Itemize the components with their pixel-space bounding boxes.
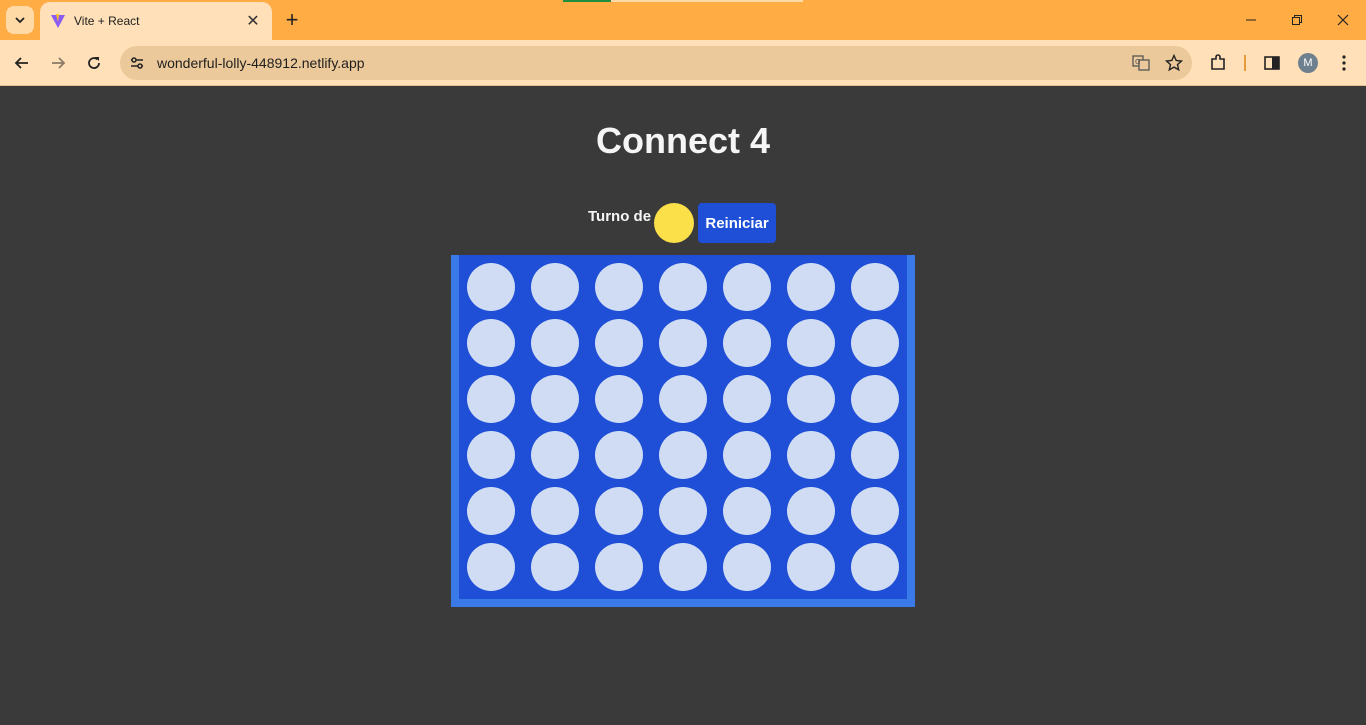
loading-indicator	[563, 0, 803, 2]
address-bar[interactable]: wonderful-lolly-448912.netlify.app G	[120, 46, 1192, 80]
board-cell[interactable]	[595, 319, 643, 367]
close-icon	[1337, 14, 1349, 26]
translate-button[interactable]: G	[1126, 48, 1156, 78]
board-cell[interactable]	[851, 431, 899, 479]
browser-toolbar: wonderful-lolly-448912.netlify.app G M	[0, 40, 1366, 86]
forward-button[interactable]	[44, 49, 72, 77]
url-text[interactable]: wonderful-lolly-448912.netlify.app	[157, 55, 1126, 71]
board-cell[interactable]	[659, 431, 707, 479]
board-cell[interactable]	[723, 431, 771, 479]
board-cell[interactable]	[787, 431, 835, 479]
board-cell[interactable]	[531, 375, 579, 423]
extensions-button[interactable]	[1204, 49, 1232, 77]
board-cell[interactable]	[467, 319, 515, 367]
side-panel-icon	[1264, 56, 1280, 70]
board-cell[interactable]	[787, 543, 835, 591]
board-cell[interactable]	[851, 487, 899, 535]
turn-label: Turno de	[588, 208, 652, 225]
board-cell[interactable]	[659, 263, 707, 311]
vite-logo-icon	[51, 14, 65, 28]
avatar: M	[1298, 53, 1318, 73]
board-cell[interactable]	[531, 543, 579, 591]
board-cell[interactable]	[723, 543, 771, 591]
svg-text:G: G	[1135, 58, 1140, 66]
translate-icon: G	[1132, 55, 1150, 71]
reset-button[interactable]: Reiniciar	[698, 203, 777, 243]
current-player-disc	[654, 203, 695, 243]
board-cell[interactable]	[531, 319, 579, 367]
toolbar-divider	[1244, 55, 1246, 71]
page-title: Connect 4	[595, 120, 771, 161]
board-grid	[459, 255, 907, 599]
board-cell[interactable]	[659, 543, 707, 591]
game-board	[451, 255, 915, 607]
restore-button[interactable]	[1274, 0, 1320, 40]
minimize-button[interactable]	[1228, 0, 1274, 40]
puzzle-icon	[1211, 54, 1225, 70]
board-cell[interactable]	[723, 263, 771, 311]
forward-arrow-icon	[52, 57, 66, 69]
chevron-down-icon	[15, 17, 25, 24]
turn-indicator: Turno de Reiniciar	[588, 203, 777, 243]
board-cell[interactable]	[531, 487, 579, 535]
bookmark-button[interactable]	[1159, 48, 1189, 78]
restore-icon	[1292, 15, 1302, 25]
board-cell[interactable]	[787, 319, 835, 367]
board-cell[interactable]	[659, 487, 707, 535]
star-icon	[1165, 54, 1183, 72]
more-vert-icon	[1342, 55, 1346, 71]
board-cell[interactable]	[467, 487, 515, 535]
board-cell[interactable]	[659, 319, 707, 367]
reload-button[interactable]	[80, 49, 108, 77]
board-cell[interactable]	[723, 487, 771, 535]
board-cell[interactable]	[595, 375, 643, 423]
browser-tab[interactable]: Vite + React ✕	[40, 2, 272, 40]
board-cell[interactable]	[851, 375, 899, 423]
board-cell[interactable]	[531, 431, 579, 479]
tab-strip: Vite + React ✕ +	[0, 0, 1366, 40]
board-cell[interactable]	[531, 263, 579, 311]
site-info-button[interactable]	[122, 48, 152, 78]
reload-icon	[88, 57, 100, 69]
board-cell[interactable]	[723, 375, 771, 423]
board-cell[interactable]	[787, 263, 835, 311]
board-cell[interactable]	[851, 319, 899, 367]
board-cell[interactable]	[467, 263, 515, 311]
board-cell[interactable]	[787, 487, 835, 535]
close-tab-icon[interactable]: ✕	[244, 12, 262, 30]
tab-search-button[interactable]	[6, 6, 34, 34]
board-cell[interactable]	[595, 487, 643, 535]
new-tab-button[interactable]: +	[280, 7, 304, 32]
minimize-icon	[1246, 19, 1256, 21]
back-arrow-icon	[14, 57, 28, 69]
board-cell[interactable]	[787, 375, 835, 423]
board-cell[interactable]	[467, 543, 515, 591]
board-cell[interactable]	[851, 543, 899, 591]
profile-button[interactable]: M	[1294, 49, 1322, 77]
tune-icon	[131, 57, 143, 69]
side-panel-button[interactable]	[1258, 49, 1286, 77]
board-cell[interactable]	[851, 263, 899, 311]
board-cell[interactable]	[723, 319, 771, 367]
close-window-button[interactable]	[1320, 0, 1366, 40]
board-cell[interactable]	[595, 431, 643, 479]
page-content: Connect 4 Turno de Reiniciar	[0, 87, 1366, 725]
board-cell[interactable]	[467, 431, 515, 479]
board-cell[interactable]	[659, 375, 707, 423]
menu-button[interactable]	[1330, 49, 1358, 77]
tab-title: Vite + React	[74, 14, 140, 28]
window-controls	[1228, 0, 1366, 40]
board-cell[interactable]	[595, 543, 643, 591]
back-button[interactable]	[8, 49, 36, 77]
board-cell[interactable]	[467, 375, 515, 423]
board-cell[interactable]	[595, 263, 643, 311]
